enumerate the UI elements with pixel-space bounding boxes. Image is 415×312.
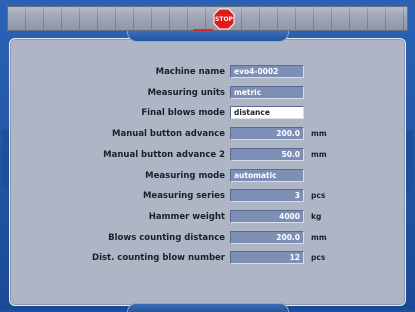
settings-unit-label: mm [311, 150, 327, 159]
settings-row-label: Manual button advance [112, 129, 225, 139]
settings-field[interactable]: evo4-0002 [230, 65, 304, 78]
settings-row: Manual button advance 2 50.0 mm [0, 148, 415, 162]
settings-field[interactable]: automatic [230, 169, 304, 182]
settings-row: Hammer weight 4000 kg [0, 210, 415, 224]
panel-bottom-tab [127, 303, 289, 312]
settings-field[interactable]: metric [230, 86, 304, 99]
settings-row: Measuring mode automatic [0, 169, 415, 183]
settings-unit-label: mm [311, 129, 327, 138]
stop-button-label: STOP [215, 15, 233, 23]
settings-row-label: Hammer weight [148, 212, 225, 222]
settings-row: Measuring units metric [0, 86, 415, 100]
settings-unit-label: pcs [311, 191, 326, 200]
settings-field[interactable]: 4000 [230, 210, 304, 223]
settings-row: Manual button advance 200.0 mm [0, 127, 415, 141]
settings-row-label: Dist. counting blow number [92, 253, 225, 263]
settings-field[interactable]: 200.0 [230, 127, 304, 140]
settings-field[interactable]: 200.0 [230, 231, 304, 244]
settings-row: Dist. counting blow number 12 pcs [0, 251, 415, 265]
settings-row-label: Manual button advance 2 [103, 150, 225, 160]
settings-field[interactable]: 12 [230, 251, 304, 264]
toolbar [7, 6, 408, 31]
settings-field[interactable]: 3 [230, 189, 304, 202]
settings-row: Measuring series 3 pcs [0, 189, 415, 203]
settings-field[interactable]: 50.0 [230, 148, 304, 161]
settings-unit-label: kg [311, 212, 322, 221]
panel-top-tab [127, 31, 289, 42]
settings-unit-label: pcs [311, 253, 326, 262]
settings-row-label: Measuring series [142, 191, 225, 201]
settings-field[interactable]: distance [230, 106, 304, 119]
settings-row: Machine name evo4-0002 [0, 65, 415, 79]
toolbar-shade [8, 7, 407, 30]
stop-button[interactable]: STOP [213, 8, 235, 30]
settings-row: Final blows mode distance [0, 106, 415, 120]
settings-row-label: Measuring mode [145, 171, 225, 181]
settings-unit-label: mm [311, 233, 327, 242]
settings-row-label: Measuring units [147, 88, 225, 98]
settings-row-label: Machine name [155, 67, 225, 77]
settings-row-label: Final blows mode [141, 108, 225, 118]
settings-row-label: Blows counting distance [108, 233, 225, 243]
settings-row: Blows counting distance 200.0 mm [0, 231, 415, 245]
